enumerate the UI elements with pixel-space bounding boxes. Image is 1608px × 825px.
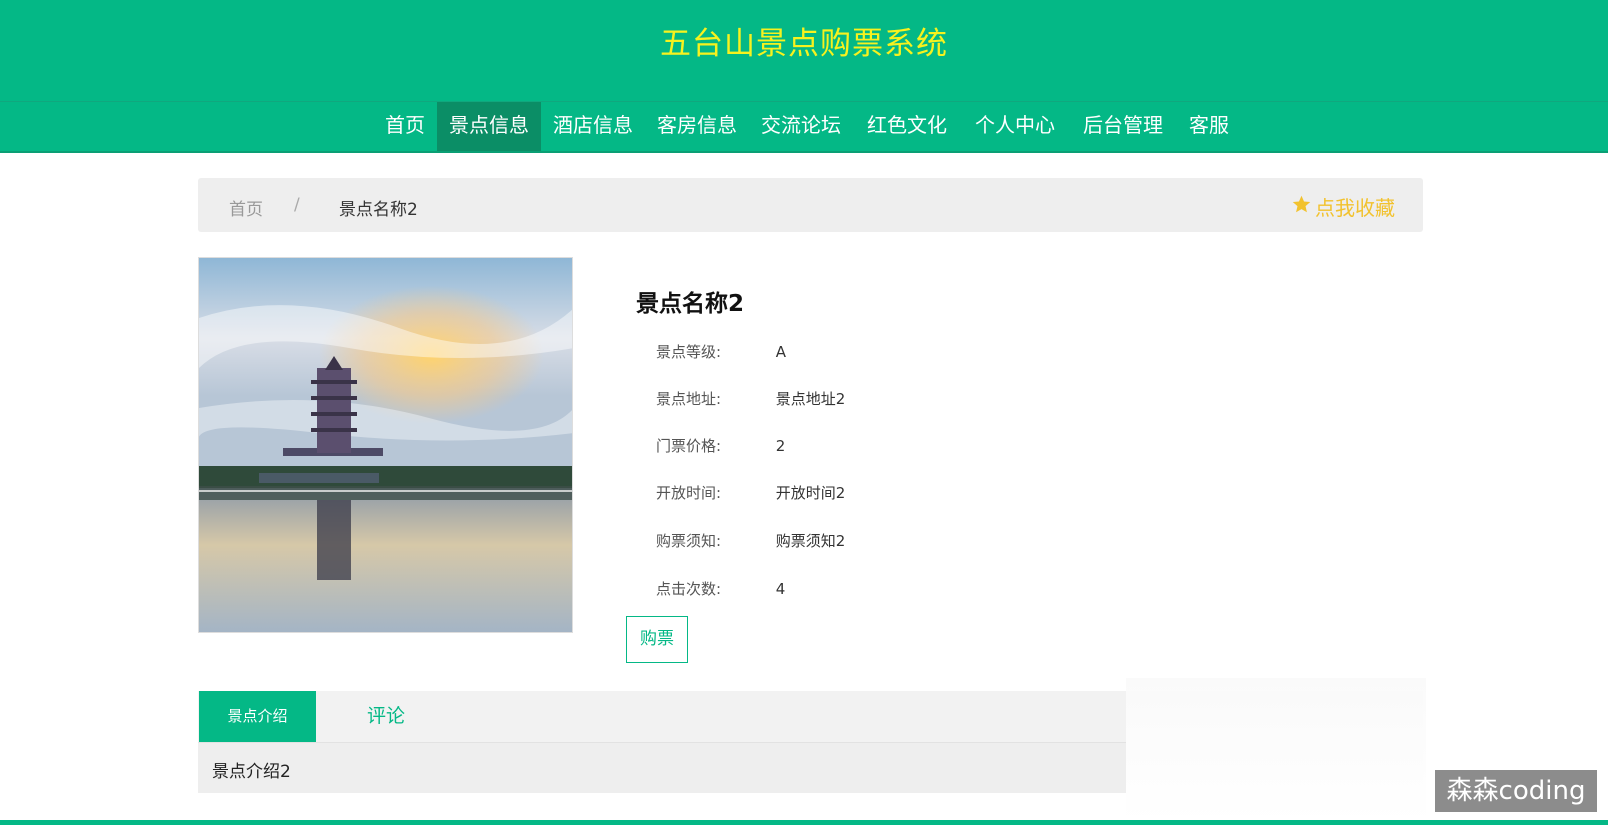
nav-item-admin[interactable]: 后台管理 — [1069, 102, 1177, 151]
breadcrumb: 首页 / 景点名称2 点我收藏 — [198, 178, 1423, 232]
nav-item-forum[interactable]: 交流论坛 — [749, 102, 853, 151]
nav-item-hotels[interactable]: 酒店信息 — [541, 102, 645, 151]
field-level-label: 景点等级: — [656, 343, 722, 361]
favorite-label: 点我收藏 — [1315, 196, 1395, 220]
nav-item-home[interactable]: 首页 — [373, 102, 437, 151]
watermark: 森森coding — [1435, 770, 1597, 812]
field-level-value: A — [775, 343, 787, 361]
nav-item-rooms[interactable]: 客房信息 — [645, 102, 749, 151]
overlay-fade — [1126, 678, 1426, 825]
field-open-time-label: 开放时间: — [656, 484, 722, 502]
nav-item-red-culture[interactable]: 红色文化 — [853, 102, 961, 151]
nav-item-service[interactable]: 客服 — [1177, 102, 1241, 151]
site-title: 五台山景点购票系统 — [660, 26, 948, 62]
nav-item-attractions[interactable]: 景点信息 — [437, 102, 541, 151]
main-nav: 首页 景点信息 酒店信息 客房信息 交流论坛 红色文化 个人中心 后台管理 客服 — [0, 101, 1608, 153]
field-notice-label: 购票须知: — [656, 532, 722, 550]
field-clicks: 点击次数: 4 — [656, 578, 785, 599]
star-icon — [1291, 194, 1315, 220]
favorite-button[interactable]: 点我收藏 — [1291, 192, 1395, 221]
field-price: 门票价格: 2 — [656, 435, 785, 456]
site-header: 五台山景点购票系统 — [0, 0, 1608, 101]
attraction-name: 景点名称2 — [636, 291, 745, 317]
field-clicks-label: 点击次数: — [656, 580, 722, 598]
tab-comments[interactable]: 评论 — [316, 691, 456, 742]
footer-bar — [0, 820, 1608, 825]
field-address-label: 景点地址: — [656, 390, 722, 408]
breadcrumb-separator: / — [294, 195, 300, 215]
field-price-value: 2 — [775, 437, 786, 455]
field-clicks-value: 4 — [775, 580, 786, 598]
field-open-time-value: 开放时间2 — [775, 484, 846, 502]
breadcrumb-current: 景点名称2 — [339, 200, 418, 220]
field-notice-value: 购票须知2 — [775, 532, 846, 550]
field-open-time: 开放时间: 开放时间2 — [656, 482, 845, 503]
tab-introduction[interactable]: 景点介绍 — [199, 691, 316, 742]
nav-item-profile[interactable]: 个人中心 — [961, 102, 1069, 151]
field-address-value: 景点地址2 — [775, 390, 846, 408]
field-level: 景点等级: A — [656, 341, 786, 362]
field-address: 景点地址: 景点地址2 — [656, 388, 845, 409]
field-notice: 购票须知: 购票须知2 — [656, 530, 845, 551]
buy-ticket-button[interactable]: 购票 — [626, 616, 688, 663]
breadcrumb-home-link[interactable]: 首页 — [229, 195, 263, 220]
field-price-label: 门票价格: — [656, 437, 722, 455]
attraction-photo — [198, 257, 573, 633]
